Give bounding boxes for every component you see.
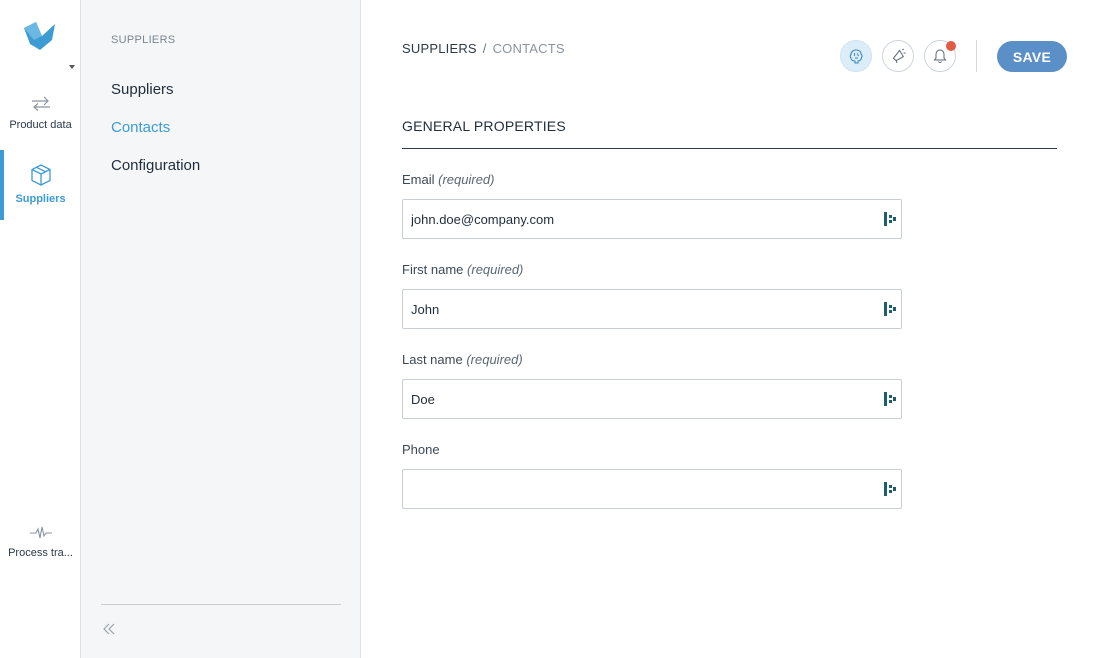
app-root: Product data Suppliers Process tra... SU… bbox=[0, 0, 1097, 658]
ai-assistant-button[interactable] bbox=[840, 40, 872, 72]
localization-icon[interactable] bbox=[884, 302, 896, 316]
rail-item-label: Product data bbox=[9, 119, 72, 131]
subnav-item-configuration[interactable]: Configuration bbox=[111, 157, 200, 174]
last-name-field bbox=[402, 379, 902, 419]
section-title: GENERAL PROPERTIES bbox=[402, 118, 566, 134]
field-label-text: Email bbox=[402, 172, 435, 187]
phone-input[interactable] bbox=[403, 470, 873, 508]
chevron-down-icon[interactable] bbox=[69, 65, 75, 69]
notification-badge bbox=[946, 41, 956, 51]
required-marker: (required) bbox=[438, 172, 495, 187]
email-label: Email (required) bbox=[402, 172, 495, 187]
announcements-button[interactable] bbox=[882, 40, 914, 72]
rail-item-process-tracking[interactable]: Process tra... bbox=[0, 525, 81, 559]
breadcrumb-current: CONTACTS bbox=[492, 41, 565, 56]
brand-logo-icon[interactable] bbox=[22, 18, 58, 52]
notifications-button[interactable] bbox=[924, 40, 956, 72]
last-name-input[interactable] bbox=[403, 380, 873, 418]
save-button[interactable]: SAVE bbox=[997, 41, 1067, 72]
secondary-nav: SUPPLIERS Suppliers Contacts Configurati… bbox=[81, 0, 361, 658]
email-field bbox=[402, 199, 902, 239]
field-label-text: Phone bbox=[402, 442, 440, 457]
field-label-text: First name bbox=[402, 262, 464, 277]
main-content: SUPPLIERS/CONTACTS SAVE GENERAL PROPER bbox=[361, 0, 1097, 658]
first-name-input[interactable] bbox=[403, 290, 873, 328]
localization-icon[interactable] bbox=[884, 482, 896, 496]
field-label-text: Last name bbox=[402, 352, 463, 367]
arrows-exchange-icon bbox=[31, 96, 50, 111]
last-name-label: Last name (required) bbox=[402, 352, 523, 367]
bell-icon bbox=[933, 49, 947, 63]
required-marker: (required) bbox=[467, 262, 524, 277]
collapse-double-chevron-icon[interactable] bbox=[101, 621, 117, 637]
subnav-title: SUPPLIERS bbox=[111, 34, 176, 46]
box-icon bbox=[30, 164, 51, 186]
pulse-icon bbox=[29, 526, 52, 539]
phone-field bbox=[402, 469, 902, 509]
first-name-label: First name (required) bbox=[402, 262, 523, 277]
megaphone-icon bbox=[892, 48, 906, 64]
required-marker: (required) bbox=[466, 352, 523, 367]
breadcrumb: SUPPLIERS / CONTACTS bbox=[402, 41, 565, 56]
icon-rail: Product data Suppliers Process tra... bbox=[0, 0, 81, 658]
subnav-item-contacts[interactable]: Contacts bbox=[111, 119, 170, 136]
localization-icon[interactable] bbox=[884, 212, 896, 226]
rail-item-label: Process tra... bbox=[8, 547, 73, 559]
subnav-divider bbox=[101, 604, 341, 605]
section-divider bbox=[402, 148, 1057, 149]
breadcrumb-separator: / bbox=[482, 41, 487, 56]
phone-label: Phone bbox=[402, 442, 440, 457]
first-name-field bbox=[402, 289, 902, 329]
rail-item-label: Suppliers bbox=[15, 193, 66, 205]
localization-icon[interactable] bbox=[884, 392, 896, 406]
breadcrumb-parent[interactable]: SUPPLIERS bbox=[402, 41, 477, 56]
brain-icon bbox=[849, 49, 863, 64]
header-divider bbox=[976, 40, 977, 72]
email-input[interactable] bbox=[403, 200, 873, 238]
rail-item-product-data[interactable]: Product data bbox=[0, 95, 81, 131]
rail-item-suppliers[interactable]: Suppliers bbox=[0, 163, 81, 205]
subnav-item-suppliers[interactable]: Suppliers bbox=[111, 81, 174, 98]
